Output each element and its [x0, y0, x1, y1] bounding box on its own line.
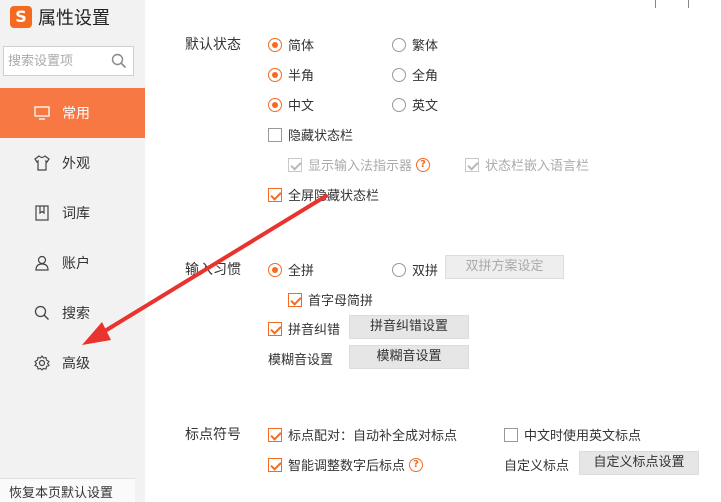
checkbox[interactable]	[288, 292, 302, 307]
checkbox-pinyin-correction[interactable]: 拼音纠错	[268, 319, 340, 338]
sidebar-item-label: 高级	[62, 356, 90, 372]
sidebar-nav: 常用 外观 词库 账户 搜索 高级	[0, 88, 145, 388]
radio-button[interactable]	[268, 97, 282, 112]
monitor-icon	[33, 104, 51, 122]
radio-button[interactable]	[268, 67, 282, 82]
radio-label: 双拼	[412, 264, 439, 279]
radio-label: 中文	[288, 99, 315, 114]
radio-button[interactable]	[392, 97, 406, 112]
checkbox[interactable]	[465, 157, 479, 172]
settings-search-box[interactable]	[3, 46, 134, 76]
fuzzy-label-text: 模糊音设置	[268, 353, 334, 368]
radio-button[interactable]	[392, 262, 406, 277]
checkbox-label: 隐藏状态栏	[288, 129, 354, 144]
radio-simplified[interactable]: 简体	[268, 35, 314, 54]
section-label-punctuation: 标点符号	[185, 427, 241, 443]
checkbox-embed-language-bar[interactable]: 状态栏嵌入语言栏	[465, 155, 589, 174]
help-icon[interactable]: ?	[409, 457, 424, 472]
radio-button[interactable]	[392, 37, 406, 52]
radio-button[interactable]	[268, 37, 282, 52]
checkbox-auto-pair-punct[interactable]: 标点配对：自动补全成对标点	[268, 425, 457, 444]
radio-full-pinyin[interactable]: 全拼	[268, 260, 314, 279]
checkbox-label: 显示输入法指示器	[308, 159, 413, 174]
radio-button[interactable]	[268, 262, 282, 277]
sidebar: S 属性设置 常用 外观 词库	[0, 0, 145, 502]
radio-label: 繁体	[412, 39, 439, 54]
radio-label: 全角	[412, 69, 439, 84]
radio-chinese[interactable]: 中文	[268, 95, 314, 114]
double-pinyin-settings-button[interactable]: 双拼方案设定	[445, 255, 564, 279]
checkbox-initial-abbrev[interactable]: 首字母简拼	[288, 290, 373, 309]
checkbox-label: 全屏隐藏状态栏	[288, 189, 380, 204]
checkbox-fullscreen-hide-status-bar[interactable]: 全屏隐藏状态栏	[268, 185, 379, 204]
sidebar-item-label: 账户	[62, 256, 90, 272]
fuzzy-pinyin-label: 模糊音设置	[268, 349, 333, 368]
radio-label: 半角	[288, 69, 315, 84]
checkbox[interactable]	[268, 457, 282, 472]
sidebar-item-appearance[interactable]: 外观	[0, 138, 145, 188]
book-icon	[33, 204, 51, 222]
section-label-input-habit: 输入习惯	[185, 262, 241, 278]
custom-punct-label: 自定义标点	[504, 455, 569, 474]
radio-label: 英文	[412, 99, 439, 114]
checkbox-label: 智能调整数字后标点	[288, 459, 406, 474]
window-title: 属性设置	[38, 8, 110, 29]
checkbox-label: 状态栏嵌入语言栏	[485, 159, 590, 174]
sidebar-item-account[interactable]: 账户	[0, 238, 145, 288]
radio-english[interactable]: 英文	[392, 95, 438, 114]
checkbox[interactable]	[268, 427, 282, 442]
checkbox-smart-digit-punct[interactable]: 智能调整数字后标点 ?	[268, 455, 424, 474]
radio-button[interactable]	[392, 67, 406, 82]
checkbox-show-ime-indicator[interactable]: 显示输入法指示器 ?	[288, 155, 431, 174]
checkbox-label: 首字母简拼	[308, 294, 374, 309]
sidebar-item-common[interactable]: 常用	[0, 88, 145, 138]
settings-search-input[interactable]	[8, 53, 108, 69]
fuzzy-pinyin-settings-button[interactable]: 模糊音设置	[349, 345, 469, 369]
checkbox[interactable]	[268, 127, 282, 142]
checkbox-english-punct-in-chinese[interactable]: 中文时使用英文标点	[504, 425, 641, 444]
sidebar-item-search[interactable]: 搜索	[0, 288, 145, 338]
checkbox-hide-status-bar[interactable]: 隐藏状态栏	[268, 125, 353, 144]
gear-icon	[33, 354, 51, 372]
radio-traditional[interactable]: 繁体	[392, 35, 438, 54]
checkbox[interactable]	[268, 321, 282, 336]
user-icon	[33, 254, 51, 272]
settings-panel: 默认状态 简体 繁体 半角 全角 中文 英文 隐藏状态栏 显示输入法指示器 ? …	[145, 0, 721, 502]
help-icon[interactable]: ?	[416, 157, 431, 172]
radio-label: 全拼	[288, 264, 315, 279]
app-title: S 属性设置	[10, 4, 110, 30]
checkbox-label: 拼音纠错	[288, 323, 341, 338]
radio-half-width[interactable]: 半角	[268, 65, 314, 84]
search-icon	[33, 304, 51, 322]
sidebar-item-label: 词库	[62, 206, 90, 222]
radio-label: 简体	[288, 39, 315, 54]
checkbox[interactable]	[268, 187, 282, 202]
custom-punct-label-text: 自定义标点	[504, 459, 570, 474]
checkbox[interactable]	[288, 157, 302, 172]
radio-double-pinyin[interactable]: 双拼	[392, 260, 438, 279]
radio-full-width[interactable]: 全角	[392, 65, 438, 84]
custom-punct-settings-button[interactable]: 自定义标点设置	[579, 451, 699, 475]
checkbox[interactable]	[504, 427, 518, 442]
restore-defaults-button[interactable]: 恢复本页默认设置	[0, 478, 135, 502]
sidebar-item-advanced[interactable]: 高级	[0, 338, 145, 388]
pinyin-correction-settings-button[interactable]: 拼音纠错设置	[349, 315, 469, 339]
checkbox-label: 标点配对：自动补全成对标点	[288, 429, 458, 444]
search-icon[interactable]	[111, 53, 127, 69]
section-label-default-state: 默认状态	[185, 37, 241, 53]
sidebar-item-lexicon[interactable]: 词库	[0, 188, 145, 238]
shirt-icon	[33, 154, 51, 172]
sogou-logo-icon: S	[10, 6, 32, 28]
sidebar-item-label: 外观	[62, 156, 90, 172]
sidebar-item-label: 常用	[62, 106, 90, 122]
sidebar-item-label: 搜索	[62, 306, 90, 322]
checkbox-label: 中文时使用英文标点	[524, 429, 642, 444]
